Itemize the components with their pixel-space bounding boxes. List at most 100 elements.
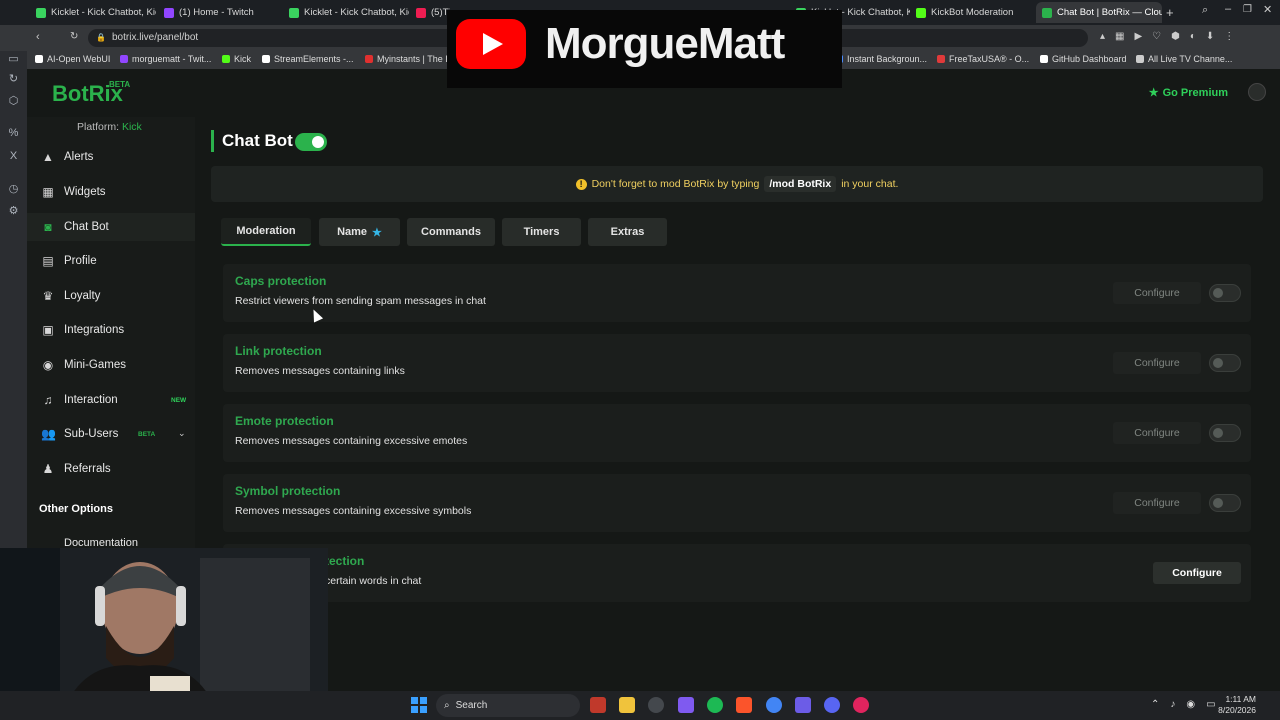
- wallet-icon[interactable]: ▭: [7, 53, 20, 66]
- sidebar-item-loyalty[interactable]: ♛ Loyalty: [27, 282, 195, 310]
- spotify-icon[interactable]: [707, 697, 723, 713]
- tiktok-icon: [416, 7, 426, 18]
- caps-protection-card: Caps protection Restrict viewers from se…: [223, 264, 1251, 322]
- bookmark[interactable]: Myinstants | The I: [365, 54, 448, 64]
- users-icon: 👥: [41, 427, 56, 441]
- card-title: Emote protection: [235, 414, 334, 428]
- kickbot-icon: [916, 7, 926, 18]
- extension-icons[interactable]: ▴▦▶♡⬢◐⬇⋮: [1100, 31, 1244, 42]
- chat-bot-toggle[interactable]: [295, 133, 327, 151]
- clock[interactable]: 1:11 AM 8/20/2026: [1218, 694, 1256, 716]
- tab-name[interactable]: Name ★: [319, 218, 400, 246]
- kicklet-icon: [289, 7, 299, 18]
- emote-protection-card: Emote protection Removes messages contai…: [223, 404, 1251, 462]
- discord-icon[interactable]: [824, 697, 840, 713]
- people-icon: ♟: [42, 462, 54, 476]
- configure-button[interactable]: Configure: [1113, 422, 1201, 444]
- bookmark[interactable]: GitHub Dashboard: [1040, 54, 1127, 64]
- document-icon: [1136, 55, 1144, 63]
- close-icon[interactable]: ✕: [1263, 3, 1272, 16]
- bookmark[interactable]: Kick: [222, 54, 251, 64]
- browser-tab[interactable]: Kicklet - Kick Chatbot, Kic: [283, 2, 409, 23]
- star-icon: ★: [1148, 87, 1159, 99]
- trophy-icon: ♛: [42, 289, 54, 303]
- sidebar-item-sub-users[interactable]: 👥 Sub-Users: [27, 420, 195, 448]
- reload-icon[interactable]: ↻: [70, 31, 78, 42]
- card-title: Caps protection: [235, 274, 327, 288]
- new-tab-icon[interactable]: +: [1166, 5, 1174, 20]
- grid-icon: ▦: [42, 185, 54, 199]
- sidebar-item-widgets[interactable]: ▦ Widgets: [27, 178, 195, 206]
- calendar-icon[interactable]: [795, 697, 811, 713]
- browser-tab[interactable]: KickBot Moderation: [910, 2, 1035, 23]
- bookmark[interactable]: All Live TV Channe...: [1136, 54, 1232, 64]
- caps-protection-toggle[interactable]: [1209, 284, 1241, 302]
- browser-tab[interactable]: Kicklet - Kick Chatbot, Kic: [30, 2, 156, 23]
- sidebar-item-referrals[interactable]: ♟ Referrals: [27, 455, 195, 483]
- browser-tab[interactable]: (5)Ti: [410, 2, 450, 23]
- bookmark[interactable]: Instant Backgroun...: [835, 54, 927, 64]
- settings-icon[interactable]: ⚙: [7, 205, 20, 218]
- folder-icon[interactable]: [619, 697, 635, 713]
- search-input[interactable]: ⌕ Search: [436, 694, 580, 717]
- sidebar-item-interaction[interactable]: ♫ Interaction: [27, 386, 195, 414]
- tab-commands[interactable]: Commands: [407, 218, 495, 246]
- browser-tab-active[interactable]: Chat Bot | BotRix — Cloud: [1036, 2, 1162, 23]
- go-premium-button[interactable]: ★ Go Premium: [1148, 86, 1228, 100]
- chevron-down-icon[interactable]: ⌄: [178, 428, 186, 439]
- emote-protection-toggle[interactable]: [1209, 424, 1241, 442]
- tab-extras[interactable]: Extras: [588, 218, 667, 246]
- opera-icon[interactable]: [853, 697, 869, 713]
- platform-indicator: Platform: Kick: [77, 121, 142, 133]
- card-description: Restrict viewers from sending spam messa…: [235, 295, 486, 307]
- card-description: certain words in chat: [325, 575, 422, 587]
- sidebar-item-profile[interactable]: ▤ Profile: [27, 247, 195, 275]
- chrome-icon[interactable]: [766, 697, 782, 713]
- lock-icon: 🔒: [96, 33, 106, 42]
- tab-moderation[interactable]: Moderation: [221, 218, 311, 246]
- clock-icon[interactable]: ◷: [7, 183, 20, 196]
- card-title: Link protection: [235, 344, 322, 358]
- bookmark[interactable]: AI-Open WebUI: [35, 54, 110, 64]
- bookmark[interactable]: StreamElements -...: [262, 54, 354, 64]
- back-icon[interactable]: ‹: [36, 31, 40, 43]
- history-icon[interactable]: ↻: [7, 73, 20, 86]
- robot-icon: ◙: [44, 220, 52, 234]
- sidebar-item-mini-games[interactable]: ◉ Mini-Games: [27, 351, 195, 379]
- tab-timers[interactable]: Timers: [502, 218, 581, 246]
- system-tray-icons[interactable]: ⌃♪◉▭: [1151, 699, 1227, 710]
- other-options-heading: Other Options: [39, 503, 113, 515]
- maximize-icon[interactable]: ❐: [1243, 4, 1252, 15]
- app-icon[interactable]: [590, 697, 606, 713]
- bookmark[interactable]: morguematt - Twit...: [120, 54, 211, 64]
- obsidian-icon[interactable]: [678, 697, 694, 713]
- configure-button[interactable]: Configure: [1113, 352, 1201, 374]
- taskbar: ⌕ Search ⌃♪◉▭ 1:11 AM 8/20/2026: [0, 691, 1280, 720]
- youtube-overlay: MorgueMatt: [447, 10, 842, 88]
- link-protection-toggle[interactable]: [1209, 354, 1241, 372]
- browser-tab[interactable]: (1) Home - Twitch: [158, 2, 284, 23]
- search-icon: ⌕: [444, 700, 450, 711]
- openwebui-icon: [35, 55, 43, 63]
- configure-button[interactable]: Configure: [1113, 492, 1201, 514]
- freetaxusa-icon: [937, 55, 945, 63]
- sidebar-item-integrations[interactable]: ▣ Integrations: [27, 316, 195, 344]
- x-icon[interactable]: X: [7, 150, 20, 163]
- beta-badge: BETA: [138, 431, 156, 438]
- brave-icon[interactable]: [736, 697, 752, 713]
- search-tabs-icon[interactable]: ⌕: [1202, 4, 1208, 17]
- percent-icon[interactable]: %: [7, 127, 20, 140]
- windows-start-icon[interactable]: [411, 697, 427, 713]
- copilot-icon[interactable]: [648, 697, 664, 713]
- vpn-icon[interactable]: ⬡: [7, 95, 20, 108]
- minimize-icon[interactable]: –: [1225, 3, 1231, 15]
- bookmark[interactable]: FreeTaxUSA® - O...: [937, 54, 1029, 64]
- sidebar-item-chat-bot[interactable]: ◙ Chat Bot: [27, 213, 195, 241]
- sidebar-item-alerts[interactable]: ▲ Alerts: [27, 143, 195, 171]
- music-icon: ♫: [43, 393, 53, 407]
- symbol-protection-toggle[interactable]: [1209, 494, 1241, 512]
- configure-button[interactable]: Configure: [1153, 562, 1241, 584]
- avatar[interactable]: [1248, 83, 1266, 101]
- configure-button[interactable]: Configure: [1113, 282, 1201, 304]
- box-icon: ▣: [42, 323, 54, 337]
